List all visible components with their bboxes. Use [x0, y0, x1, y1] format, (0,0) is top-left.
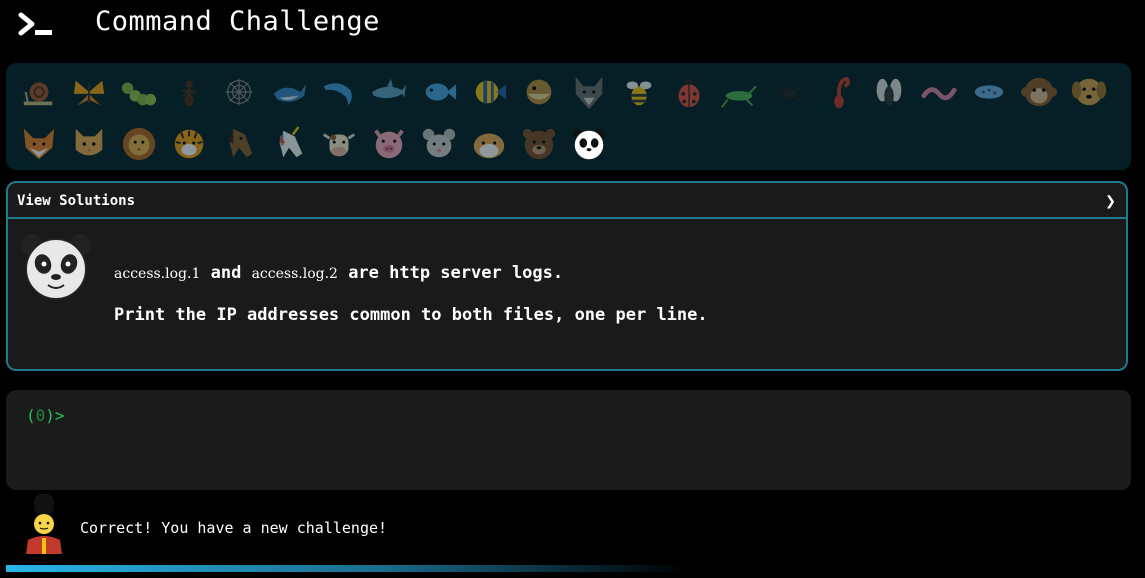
hamster-icon[interactable]	[464, 121, 514, 167]
fish-icon[interactable]	[414, 69, 464, 115]
dog-icon[interactable]	[1064, 69, 1114, 115]
animal-row-2	[14, 121, 614, 167]
butterfly-icon[interactable]	[64, 69, 114, 115]
tropical-fish-icon[interactable]	[464, 69, 514, 115]
challenge-line-2: Print the IP addresses common to both fi…	[114, 305, 708, 325]
microbe-icon[interactable]	[964, 69, 1014, 115]
fly-icon[interactable]	[864, 69, 914, 115]
page: Command Challenge View Solutions ❯ acces…	[0, 0, 1145, 578]
prompt-count: 0	[35, 406, 46, 425]
cricket-icon[interactable]	[714, 69, 764, 115]
view-solutions-label: View Solutions	[17, 193, 136, 209]
status-message: Correct! You have a new challenge!	[80, 519, 388, 537]
prompt-open: (	[26, 406, 36, 425]
panda-icon[interactable]	[564, 121, 614, 167]
mouse-icon[interactable]	[414, 121, 464, 167]
bear-icon[interactable]	[514, 121, 564, 167]
filename-2: access.log.2	[251, 266, 338, 282]
wolf-icon[interactable]	[564, 69, 614, 115]
lion-icon[interactable]	[114, 121, 164, 167]
caterpillar-icon[interactable]	[114, 69, 164, 115]
tiger-icon[interactable]	[164, 121, 214, 167]
prompt-close: )>	[45, 406, 65, 425]
whale-icon[interactable]	[264, 69, 314, 115]
ant-icon[interactable]	[164, 69, 214, 115]
cat-icon[interactable]	[64, 121, 114, 167]
chevron-right-icon: ❯	[1105, 191, 1116, 212]
blowfish-icon[interactable]	[514, 69, 564, 115]
ladybug-icon[interactable]	[664, 69, 714, 115]
filename-1: access.log.1	[114, 266, 201, 282]
monkey-icon[interactable]	[1014, 69, 1064, 115]
spider-icon[interactable]	[764, 69, 814, 115]
worm-icon[interactable]	[914, 69, 964, 115]
animal-challenge-strip	[6, 63, 1131, 170]
animal-row-1	[14, 69, 1114, 115]
terminal-input-area[interactable]: (0)>	[6, 390, 1131, 490]
guard-icon	[26, 494, 62, 554]
panda-avatar-icon	[21, 234, 91, 300]
terminal-prompt: (0)>	[26, 406, 65, 425]
bee-icon[interactable]	[614, 69, 664, 115]
pig-icon[interactable]	[364, 121, 414, 167]
challenge-line-1: access.log.1 and access.log.2 are http s…	[114, 263, 708, 283]
spider-web-icon[interactable]	[214, 69, 264, 115]
shark-icon[interactable]	[364, 69, 414, 115]
view-solutions-toggle[interactable]: View Solutions ❯	[8, 183, 1126, 219]
unicorn-icon[interactable]	[264, 121, 314, 167]
progress-bar	[6, 565, 686, 572]
scorpion-icon[interactable]	[814, 69, 864, 115]
challenge-description: access.log.1 and access.log.2 are http s…	[114, 263, 708, 325]
terminal-logo-icon	[18, 12, 52, 36]
header: Command Challenge	[0, 0, 1145, 60]
fox-icon[interactable]	[14, 121, 64, 167]
dolphin-icon[interactable]	[314, 69, 364, 115]
app-title: Command Challenge	[95, 6, 380, 37]
snail-icon[interactable]	[14, 69, 64, 115]
and-word: and	[210, 263, 242, 283]
horse-icon[interactable]	[214, 121, 264, 167]
challenge-panel: View Solutions ❯ access.log.1 and access…	[6, 181, 1128, 371]
cow-icon[interactable]	[314, 121, 364, 167]
logs-description: are http server logs.	[348, 263, 564, 283]
